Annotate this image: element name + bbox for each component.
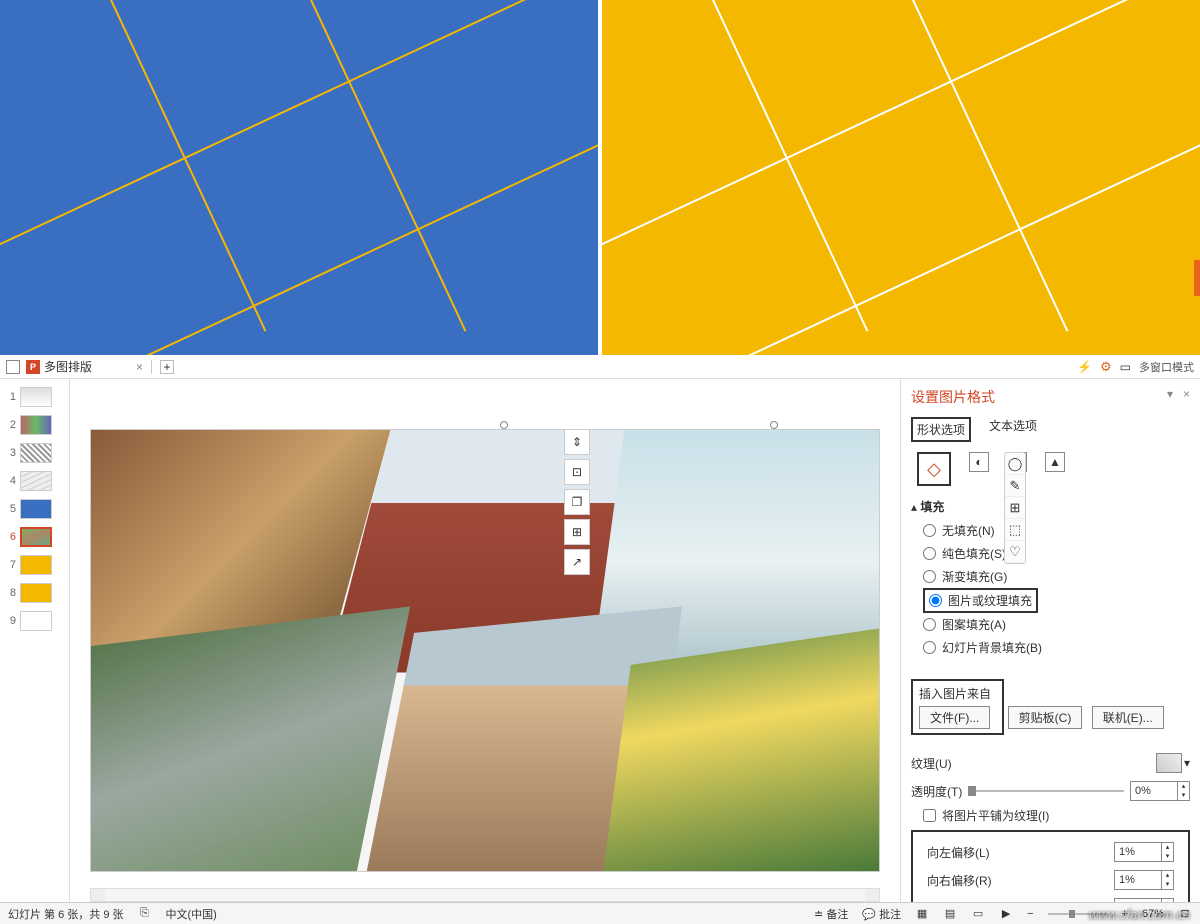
texture-dropdown-icon[interactable]: ▾ xyxy=(1184,756,1190,770)
panel-title: 设置图片格式 xyxy=(911,387,1190,407)
offset-left-input[interactable]: 1%▴▾ xyxy=(1114,842,1174,862)
fill-none[interactable]: 无填充(N) xyxy=(923,519,1190,542)
shape-options-tab[interactable]: 形状选项 xyxy=(911,417,971,442)
slide-canvas-area: ⇕ ⊡ ❐ ⊞ ↗ xyxy=(70,379,900,902)
layout-btn-3[interactable]: ❐ xyxy=(564,489,590,515)
layout-btn-5[interactable]: ↗ xyxy=(564,549,590,575)
status-bar: 幻灯片 第 6 张，共 9 张 ⎘ 中文(中国) ≐ 备注 💬 批注 ▦ ▤ ▭… xyxy=(0,902,1200,924)
tile-checkbox[interactable] xyxy=(923,809,936,822)
fill-solid[interactable]: 纯色填充(S) xyxy=(923,542,1190,565)
fill-picture-label[interactable]: 图片或纹理填充 xyxy=(948,592,1032,609)
sorter-view-icon[interactable]: ▤ xyxy=(943,907,957,921)
multi-window-icon[interactable]: ▭ xyxy=(1120,360,1131,374)
slide-preview-blue xyxy=(0,0,598,355)
rotation-handle[interactable] xyxy=(500,421,508,429)
window-icon[interactable] xyxy=(6,360,20,374)
tool-draw-icon[interactable]: ✎ xyxy=(1005,475,1025,497)
fill-pattern[interactable]: 图案填充(A) xyxy=(923,613,1190,636)
slide-thumb-3[interactable] xyxy=(20,443,52,463)
tool-favorite-icon[interactable]: ♡ xyxy=(1005,541,1025,563)
insert-from-label: 插入图片来自 xyxy=(919,685,996,702)
insert-from-highlight: 插入图片来自 文件(F)... xyxy=(911,679,1004,735)
slide-thumb-6[interactable] xyxy=(20,527,52,547)
layout-btn-4[interactable]: ⊞ xyxy=(564,519,590,545)
reading-view-icon[interactable]: ▭ xyxy=(971,907,985,921)
canvas-edit-toolbar: ⇕ ⊡ ❐ ⊞ ↗ xyxy=(564,429,590,575)
scroll-indicator[interactable] xyxy=(1194,260,1200,296)
texture-swatch[interactable] xyxy=(1156,753,1182,773)
watermark: www.cfan.com.cn xyxy=(1089,907,1190,922)
slideshow-view-icon[interactable]: ▶ xyxy=(999,907,1013,921)
comments-button[interactable]: 💬 批注 xyxy=(862,906,901,922)
tile-label: 将图片平铺为纹理(I) xyxy=(942,807,1049,824)
slide-thumb-7[interactable] xyxy=(20,555,52,575)
slide-counter: 幻灯片 第 6 张，共 9 张 xyxy=(8,906,124,922)
slide-thumbnail-panel[interactable]: 1 2 3 4 5 6 7 8 9 xyxy=(0,379,70,902)
layout-btn-2[interactable]: ⊡ xyxy=(564,459,590,485)
panel-dropdown-icon[interactable]: ▾ xyxy=(1167,387,1173,401)
offset-right-input[interactable]: 1%▴▾ xyxy=(1114,870,1174,890)
slide-thumb-9[interactable] xyxy=(20,611,52,631)
normal-view-icon[interactable]: ▦ xyxy=(915,907,929,921)
horizontal-scrollbar[interactable] xyxy=(90,888,880,902)
zoom-out-button[interactable]: − xyxy=(1027,908,1033,920)
transparency-input[interactable]: 0%▴▾ xyxy=(1130,781,1190,801)
fill-category-icon[interactable]: ◇ xyxy=(917,452,951,486)
top-preview-area: 视图 选填 微调 xyxy=(0,0,1200,355)
fill-picture-highlight: 图片或纹理填充 xyxy=(923,588,1038,613)
document-tab-bar: P 多图排版 × + ⚡ ⚙ ▭ 多窗口模式 xyxy=(0,355,1200,379)
tool-grid-icon[interactable]: ⊞ xyxy=(1005,497,1025,519)
panel-close-icon[interactable]: × xyxy=(1183,387,1190,401)
powerpoint-icon: P xyxy=(26,360,40,374)
offset-up-input[interactable]: -1%▴▾ xyxy=(1114,898,1174,902)
fill-picture-radio[interactable] xyxy=(929,594,942,607)
texture-label: 纹理(U) xyxy=(911,755,952,772)
fill-gradient[interactable]: 渐变填充(G) xyxy=(923,565,1190,588)
fill-slide-bg[interactable]: 幻灯片背景填充(B) xyxy=(923,636,1190,659)
offset-left-label: 向左偏移(L) xyxy=(927,844,990,861)
slide-thumb-5[interactable] xyxy=(20,499,52,519)
gear-icon[interactable]: ⚙ xyxy=(1100,359,1112,375)
selection-handle[interactable] xyxy=(770,421,778,429)
clipboard-button[interactable]: 剪贴板(C) xyxy=(1008,706,1083,729)
slide-thumb-1[interactable] xyxy=(20,387,52,407)
slide-thumb-8[interactable] xyxy=(20,583,52,603)
slide-preview-yellow xyxy=(602,0,1200,355)
tool-frame-icon[interactable]: ⬚ xyxy=(1005,519,1025,541)
multi-window-mode[interactable]: 多窗口模式 xyxy=(1139,359,1194,375)
spellcheck-icon[interactable]: ⎘ xyxy=(138,907,152,921)
effects-category-icon[interactable]: ◐ xyxy=(969,452,989,472)
layout-btn-1[interactable]: ⇕ xyxy=(564,429,590,455)
format-picture-panel: 设置图片格式 ▾ × 形状选项 文本选项 ◇ ◐ ▦ ▲ ▴ 填充 无填充(N)… xyxy=(900,379,1200,902)
language-label[interactable]: 中文(中国) xyxy=(166,906,217,922)
notes-button[interactable]: ≐ 备注 xyxy=(814,906,848,922)
transparency-label: 透明度(T) xyxy=(911,783,962,800)
slide-thumb-2[interactable] xyxy=(20,415,52,435)
slide-canvas[interactable] xyxy=(90,429,880,872)
transparency-slider[interactable] xyxy=(968,790,1124,792)
offset-right-label: 向右偏移(R) xyxy=(927,872,992,889)
document-title[interactable]: 多图排版 xyxy=(44,358,92,375)
flash-icon[interactable]: ⚡ xyxy=(1077,360,1092,374)
file-button[interactable]: 文件(F)... xyxy=(919,706,990,729)
slide-thumb-4[interactable] xyxy=(20,471,52,491)
online-button[interactable]: 联机(E)... xyxy=(1092,706,1164,729)
add-tab-button[interactable]: + xyxy=(160,360,174,374)
offset-up-label: 向上偏移(O) xyxy=(927,900,992,903)
tool-select-icon[interactable]: ◯ xyxy=(1005,453,1025,475)
fill-section-header[interactable]: 填充 xyxy=(920,500,944,514)
close-tab-button[interactable]: × xyxy=(136,360,143,374)
picture-category-icon[interactable]: ▲ xyxy=(1045,452,1065,472)
offset-section-highlight: 向左偏移(L) 1%▴▾ 向右偏移(R) 1%▴▾ 向上偏移(O) -1%▴▾ … xyxy=(911,830,1190,902)
text-options-tab[interactable]: 文本选项 xyxy=(989,417,1037,442)
floating-tools: ◯ ✎ ⊞ ⬚ ♡ xyxy=(1004,452,1026,564)
